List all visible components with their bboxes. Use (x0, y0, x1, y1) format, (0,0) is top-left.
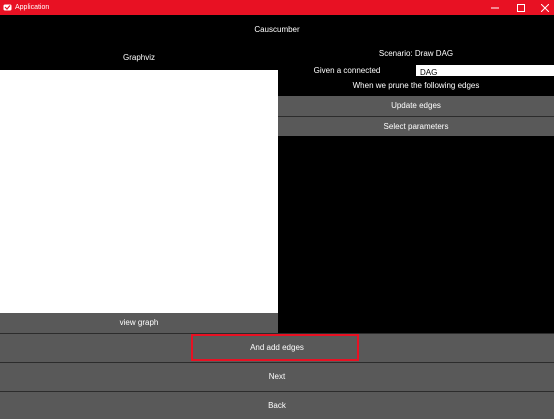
app-header-title: Causcumber (254, 25, 300, 34)
close-button[interactable] (532, 0, 554, 15)
scenario-label: Scenario: Draw DAG (378, 49, 454, 58)
select-parameters-button[interactable]: Select parameters (278, 116, 554, 136)
graph-canvas[interactable] (0, 70, 278, 313)
view-graph-button[interactable]: view graph (0, 313, 278, 333)
title-bar: Application (0, 0, 554, 15)
given-input[interactable]: DAG (416, 65, 554, 76)
minimize-icon (491, 7, 499, 8)
given-label: Given a connected (313, 66, 381, 75)
maximize-button[interactable] (508, 0, 534, 15)
close-icon (541, 3, 549, 12)
graphviz-title: Graphviz (122, 53, 155, 62)
next-button[interactable]: Next (0, 362, 554, 391)
add-edges-button[interactable]: And add edges (0, 333, 554, 362)
maximize-icon (517, 3, 525, 12)
right-panel-area (278, 136, 554, 333)
prune-label: When we prune the following edges (352, 81, 480, 90)
minimize-button[interactable] (482, 0, 508, 15)
update-edges-button[interactable]: Update edges (278, 96, 554, 116)
app-icon (3, 3, 12, 12)
window-title: Application (15, 4, 50, 11)
back-button[interactable]: Back (0, 391, 554, 419)
